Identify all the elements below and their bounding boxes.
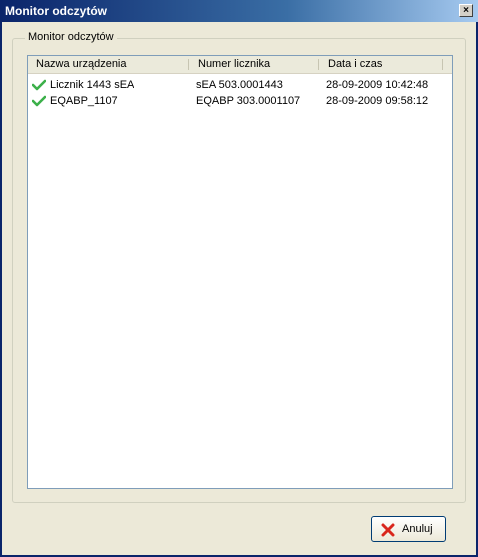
cell-datetime: 28-09-2009 10:42:48 bbox=[326, 79, 429, 91]
column-header-meter-number[interactable]: Numer licznika bbox=[190, 56, 318, 73]
monitor-window: Monitor odczytów × Monitor odczytów Nazw… bbox=[0, 0, 478, 557]
cell-datetime: 28-09-2009 09:58:12 bbox=[326, 95, 429, 107]
column-header-datetime[interactable]: Data i czas bbox=[320, 56, 442, 73]
title-bar[interactable]: Monitor odczytów × bbox=[0, 0, 478, 22]
readings-groupbox: Monitor odczytów Nazwa urządzenia Numer … bbox=[12, 31, 466, 503]
cell-device-name: EQABP_1107 bbox=[50, 95, 118, 107]
check-icon bbox=[32, 95, 46, 107]
table-row[interactable]: EQABP_1107 EQABP 303.0001107 28-09-2009 … bbox=[28, 93, 452, 109]
column-separator[interactable] bbox=[318, 59, 319, 70]
readings-listview[interactable]: Nazwa urządzenia Numer licznika Data i c… bbox=[27, 55, 453, 489]
groupbox-legend: Monitor odczytów bbox=[25, 31, 117, 43]
window-title: Monitor odczytów bbox=[5, 4, 107, 18]
cell-meter-number: EQABP 303.0001107 bbox=[196, 95, 301, 107]
list-header: Nazwa urządzenia Numer licznika Data i c… bbox=[28, 56, 452, 74]
red-x-icon bbox=[381, 523, 395, 537]
column-separator[interactable] bbox=[188, 59, 189, 70]
dialog-body: Monitor odczytów Nazwa urządzenia Numer … bbox=[2, 22, 476, 555]
close-button[interactable]: × bbox=[459, 4, 473, 17]
cell-meter-number: sEA 503.0001443 bbox=[196, 79, 283, 91]
cell-device-name: Licznik 1443 sEA bbox=[50, 79, 135, 91]
column-separator[interactable] bbox=[442, 59, 443, 70]
column-header-device-name[interactable]: Nazwa urządzenia bbox=[28, 56, 188, 73]
cancel-button-label: Anuluj bbox=[402, 523, 433, 535]
close-icon: × bbox=[463, 5, 469, 16]
table-row[interactable]: Licznik 1443 sEA sEA 503.0001443 28-09-2… bbox=[28, 77, 452, 93]
cancel-button[interactable]: Anuluj bbox=[371, 516, 446, 542]
check-icon bbox=[32, 79, 46, 91]
